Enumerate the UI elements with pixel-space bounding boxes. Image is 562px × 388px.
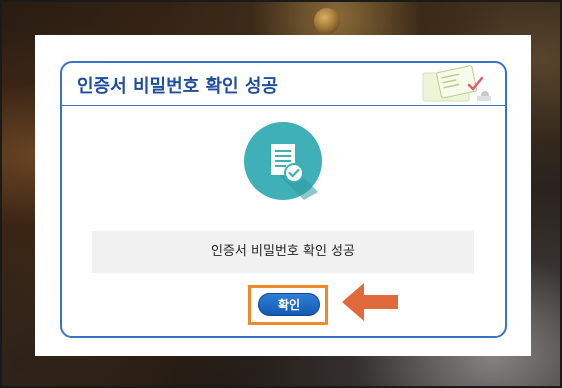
- document-check-icon: [244, 122, 322, 200]
- arrow-left-icon: [342, 283, 398, 321]
- ok-button[interactable]: 확인: [258, 293, 320, 316]
- dialog-title: 인증서 비밀번호 확인 성공: [77, 76, 278, 97]
- screenshot-frame: 인증서 비밀번호 확인 성공 인증서 비밀번호 확인 성공 확인: [0, 0, 562, 388]
- result-message: 인증서 비밀번호 확인 성공: [92, 231, 474, 273]
- background-knob: [314, 8, 340, 34]
- certificate-password-dialog: 인증서 비밀번호 확인 성공 인증서 비밀번호 확인 성공 확인: [60, 61, 507, 338]
- dialog-header: 인증서 비밀번호 확인 성공: [62, 63, 505, 106]
- certificate-decoration-icon: [422, 65, 491, 102]
